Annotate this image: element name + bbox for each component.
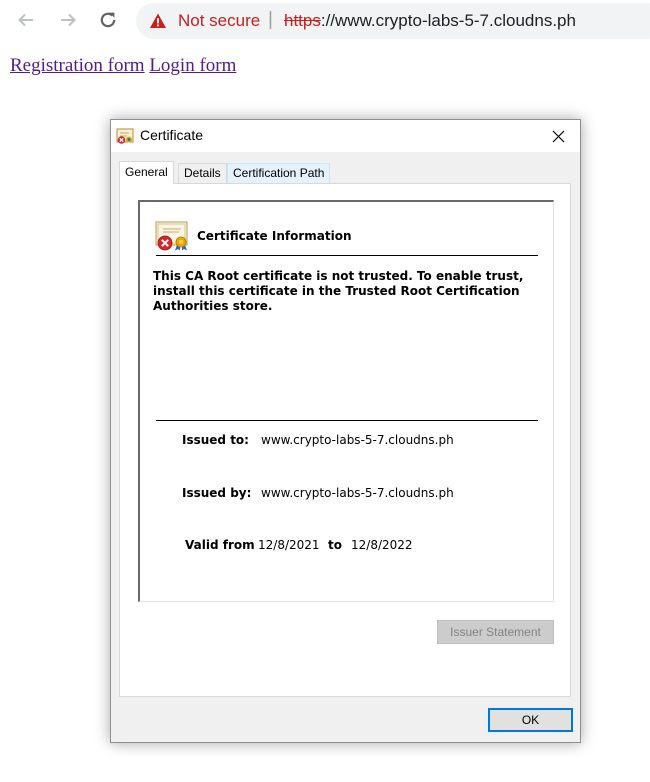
valid-from-label: Valid from [185, 538, 255, 552]
certificate-info-box: Certificate Information This CA Root cer… [138, 200, 554, 602]
certificate-icon [116, 128, 134, 144]
valid-to-value: 12/8/2022 [351, 538, 413, 552]
back-button[interactable] [12, 6, 40, 34]
registration-form-link[interactable]: Registration form [10, 55, 145, 76]
reload-button[interactable] [94, 6, 122, 34]
reload-icon [100, 12, 116, 28]
tab-certification-path[interactable]: Certification Path [227, 163, 331, 183]
forward-button[interactable] [54, 6, 82, 34]
issued-to-value: www.crypto-labs-5-7.cloudns.ph [261, 433, 454, 447]
tab-general[interactable]: General [119, 161, 174, 184]
dialog-titlebar[interactable]: Certificate [111, 120, 580, 152]
certificate-dialog: Certificate General Details Certificatio… [110, 119, 581, 743]
forward-arrow-icon [61, 13, 76, 27]
tab-details[interactable]: Details [178, 163, 227, 183]
ok-button[interactable]: OK [488, 708, 573, 732]
valid-to-label: to [328, 538, 342, 552]
close-icon [552, 130, 564, 142]
issued-by-value: www.crypto-labs-5-7.cloudns.ph [261, 486, 454, 500]
issued-to-label: Issued to: [182, 433, 249, 447]
back-arrow-icon [18, 13, 33, 27]
valid-from-value: 12/8/2021 [258, 538, 320, 552]
certificate-error-icon [155, 221, 188, 251]
close-button[interactable] [536, 120, 580, 152]
warning-triangle-icon [150, 13, 166, 28]
url-text[interactable]: https://www.crypto-labs-5-7.cloudns.ph [284, 11, 576, 31]
not-secure-label[interactable]: Not secure [178, 11, 260, 31]
address-bar[interactable]: Not secure | https://www.crypto-labs-5-7… [136, 3, 650, 39]
issuer-statement-button[interactable]: Issuer Statement [437, 620, 554, 644]
issued-by-label: Issued by: [182, 486, 252, 500]
page-links: Registration form Login form [10, 55, 236, 77]
general-tab-panel: Certificate Information This CA Root cer… [119, 183, 571, 697]
certificate-info-heading: Certificate Information [197, 229, 352, 243]
trust-warning-message: This CA Root certificate is not trusted.… [153, 269, 524, 313]
url-scheme: https [284, 11, 321, 30]
fields-divider [156, 420, 538, 421]
dialog-title: Certificate [140, 127, 204, 143]
browser-toolbar: Not secure | https://www.crypto-labs-5-7… [0, 0, 650, 42]
omnibox-separator: | [268, 9, 273, 30]
heading-divider [156, 255, 538, 256]
url-host: ://www.crypto-labs-5-7.cloudns.ph [320, 11, 576, 30]
login-form-link[interactable]: Login form [149, 55, 236, 76]
